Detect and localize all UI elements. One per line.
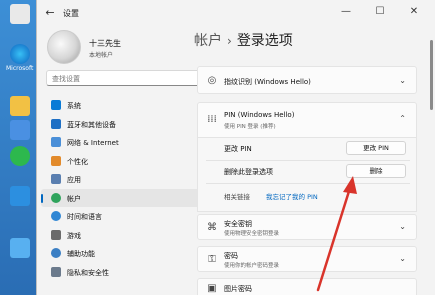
divider — [206, 183, 410, 184]
brush-icon — [51, 155, 61, 166]
sidebar-item-gaming[interactable]: 游戏 — [41, 226, 211, 245]
sidebar-item-label: 网络 & Internet — [67, 139, 119, 147]
change-pin-label: 更改 PIN — [224, 145, 252, 153]
sidebar-item-label: 游戏 — [67, 231, 81, 240]
sidebar-item-time-language[interactable]: 时间和语言 — [41, 207, 211, 226]
sidebar-item-apps[interactable]: 应用 — [41, 170, 211, 189]
pin-card[interactable]: ⁞⁞⁞ PIN (Windows Hello) 使用 PIN 登录 (推荐) ⌃ — [197, 102, 417, 138]
person-icon — [51, 192, 61, 203]
card-title: PIN (Windows Hello) — [224, 111, 295, 119]
monitor-icon — [10, 238, 30, 258]
profile-name: 十三先生 — [89, 39, 121, 48]
sidebar-item-bluetooth[interactable]: 蓝牙和其他设备 — [41, 115, 211, 134]
security-key-card[interactable]: ⌘ 安全密钥 使用物理安全密钥登录 ⌄ — [197, 214, 417, 240]
wechat-icon — [10, 146, 30, 166]
edge-icon — [10, 44, 30, 64]
desktop-icon-app[interactable] — [6, 120, 34, 140]
sidebar-item-accessibility[interactable]: 辅助功能 — [41, 244, 211, 263]
chevron-down-icon: ⌄ — [399, 76, 406, 85]
sidebar-item-accounts[interactable]: 帐户 — [41, 188, 211, 207]
password-card[interactable]: ⚿ 密码 使用你的帐户密码登录 ⌄ — [197, 246, 417, 272]
maximize-button[interactable]: ☐ — [365, 2, 395, 22]
chevron-down-icon: ⌄ — [399, 254, 406, 263]
card-subtitle: 使用物理安全密钥登录 — [224, 231, 280, 237]
computer-icon — [10, 186, 30, 206]
card-subtitle: 使用 PIN 登录 (推荐) — [224, 124, 276, 130]
profile-account-type: 本地帐户 — [89, 52, 114, 59]
search-box[interactable]: ⌕ — [46, 70, 208, 86]
desktop-icon-label: Microsoft Edge — [6, 65, 34, 72]
shield-icon — [51, 266, 61, 277]
desktop-background: Microsoft Edge — [0, 0, 40, 295]
sidebar-item-personalization[interactable]: 个性化 — [41, 152, 211, 171]
remove-option-label: 删除此登录选项 — [224, 168, 273, 176]
desktop-icon-network[interactable] — [6, 238, 34, 258]
change-pin-button[interactable]: 更改 PIN — [346, 141, 406, 155]
back-arrow-icon: ← — [45, 6, 55, 19]
breadcrumb-separator: › — [227, 34, 232, 48]
related-links-label: 相关链接 — [224, 193, 250, 201]
picture-password-card[interactable]: ▣ 图片密码 — [197, 278, 417, 295]
accessibility-icon — [51, 248, 61, 258]
chevron-down-icon: ⌄ — [399, 222, 406, 231]
pin-options-panel: 更改 PIN 更改 PIN 删除此登录选项 删除 相关链接 我忘记了我的 PIN — [197, 138, 417, 212]
settings-window: ← 设置 — ☐ ✕ 十三先生 本地帐户 ⌕ 系统 蓝牙和其他设备 网络 & I… — [36, 0, 435, 295]
sidebar-item-network[interactable]: 网络 & Internet — [41, 133, 211, 152]
chevron-up-icon: ⌃ — [399, 114, 406, 123]
sidebar-item-label: 蓝牙和其他设备 — [67, 120, 116, 129]
divider — [206, 160, 410, 161]
apps-icon — [51, 174, 61, 184]
desktop-icon-wechat[interactable] — [6, 146, 34, 166]
page-title: 登录选项 — [236, 33, 293, 49]
bluetooth-icon — [51, 118, 61, 129]
window-title: 设置 — [63, 9, 79, 18]
folder-icon — [10, 96, 30, 116]
desktop-icon-computer[interactable] — [6, 186, 34, 206]
sidebar-item-label: 时间和语言 — [67, 213, 102, 221]
usb-key-icon: ⌘ — [207, 222, 217, 233]
picture-icon: ▣ — [207, 283, 217, 294]
close-button[interactable]: ✕ — [399, 2, 429, 22]
search-input[interactable] — [52, 73, 192, 84]
card-title: 密码 — [224, 252, 238, 260]
app-icon — [10, 120, 30, 140]
breadcrumb-root[interactable]: 帐户 — [194, 33, 222, 49]
fingerprint-icon: ◎ — [207, 75, 217, 86]
key-icon: ⚿ — [208, 254, 216, 265]
sidebar-item-system[interactable]: 系统 — [41, 96, 211, 115]
title-bar: ← 设置 — ☐ ✕ — [37, 0, 435, 26]
desktop-icon-recycle-bin[interactable] — [6, 4, 34, 24]
breadcrumb: 帐户 › 登录选项 — [194, 30, 293, 50]
recycle-bin-icon — [10, 4, 30, 24]
forgot-pin-link[interactable]: 我忘记了我的 PIN — [266, 191, 318, 201]
fingerprint-card[interactable]: ◎ 指纹识别 (Windows Hello) ⌄ — [197, 66, 417, 94]
sidebar-item-label: 隐私和安全性 — [67, 268, 109, 277]
minimize-button[interactable]: — — [331, 2, 361, 22]
avatar[interactable] — [47, 30, 81, 64]
gamepad-icon — [51, 229, 61, 240]
monitor-icon — [51, 100, 61, 110]
card-title: 安全密钥 — [224, 220, 252, 228]
card-subtitle: 使用你的帐户密码登录 — [224, 263, 280, 269]
card-title: 图片密码 — [224, 285, 252, 293]
remove-pin-button[interactable]: 删除 — [346, 164, 406, 178]
pin-keypad-icon: ⁞⁞⁞ — [207, 114, 217, 125]
globe-clock-icon — [51, 211, 61, 221]
sidebar-item-label: 帐户 — [67, 194, 81, 203]
sidebar-item-label: 个性化 — [67, 157, 88, 166]
back-button[interactable]: ← — [43, 6, 57, 20]
sidebar-item-privacy[interactable]: 隐私和安全性 — [41, 263, 211, 282]
card-title: 指纹识别 (Windows Hello) — [224, 78, 311, 86]
sidebar-nav: 系统 蓝牙和其他设备 网络 & Internet 个性化 应用 帐户 时间和语言 — [41, 96, 211, 281]
sidebar-item-label: 辅助功能 — [67, 250, 95, 258]
desktop-icon-edge[interactable]: Microsoft Edge — [6, 44, 34, 72]
wifi-icon — [51, 137, 61, 147]
scrollbar[interactable] — [430, 40, 433, 110]
sidebar-item-label: 应用 — [67, 176, 81, 184]
desktop-icon-folder[interactable] — [6, 96, 34, 116]
sidebar-item-label: 系统 — [67, 102, 81, 110]
